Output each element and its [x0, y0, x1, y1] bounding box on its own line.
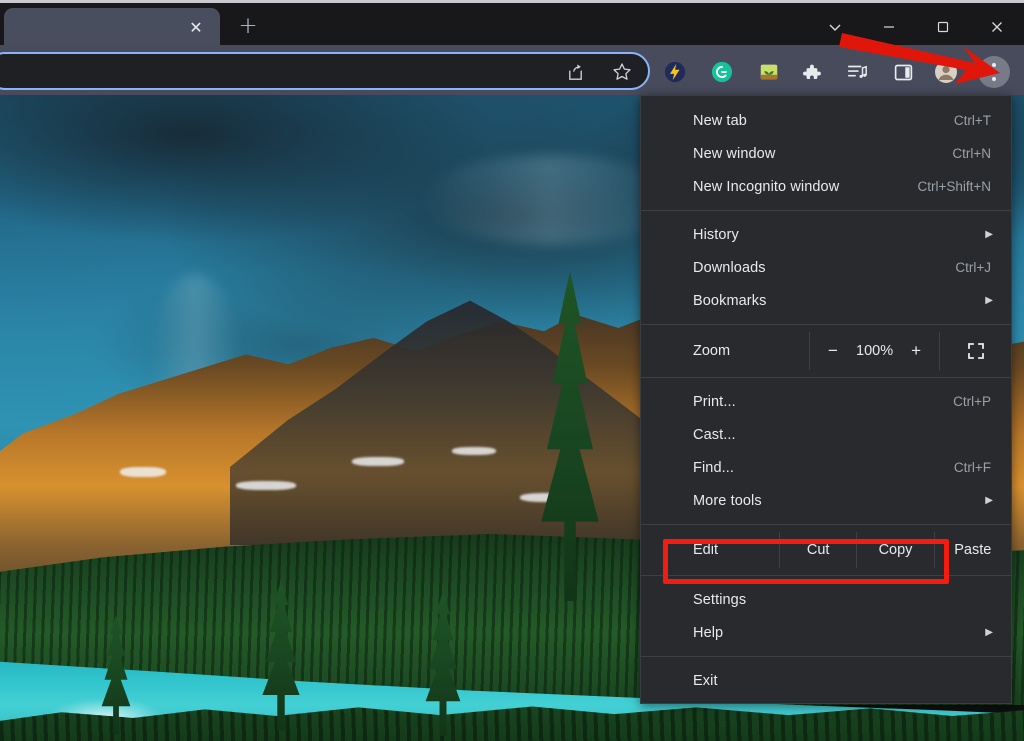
menu-item-history[interactable]: History ▶ [641, 218, 1011, 251]
menu-separator [641, 324, 1011, 325]
minimize-icon[interactable] [862, 6, 916, 48]
chrome-main-menu: New tab Ctrl+T New window Ctrl+N New Inc… [640, 95, 1012, 704]
snow-patch [352, 457, 404, 466]
grammarly-icon[interactable] [708, 58, 736, 86]
menu-dot [992, 77, 996, 81]
menu-item-label: Find... [693, 459, 734, 476]
lightning-extension-icon[interactable] [661, 58, 689, 86]
menu-separator [641, 524, 1011, 525]
menu-item-downloads[interactable]: Downloads Ctrl+J [641, 251, 1011, 284]
menu-item-more-tools[interactable]: More tools ▶ [641, 484, 1011, 517]
edit-action-paste[interactable]: Paste [933, 532, 1011, 568]
menu-separator [641, 575, 1011, 576]
media-playlist-icon[interactable] [843, 58, 871, 86]
menu-item-label: Exit [693, 672, 718, 689]
zoom-out-button[interactable]: − [810, 332, 856, 370]
edit-action-cut[interactable]: Cut [779, 532, 856, 568]
menu-item-label: Downloads [693, 259, 766, 276]
chevron-right-icon: ▶ [985, 294, 993, 306]
profile-avatar-icon[interactable] [932, 58, 960, 86]
chevron-right-icon: ▶ [985, 228, 993, 240]
menu-item-help[interactable]: Help ▶ [641, 616, 1011, 649]
menu-item-new-tab[interactable]: New tab Ctrl+T [641, 104, 1011, 137]
menu-item-label: Settings [693, 591, 747, 608]
menu-item-label: New tab [693, 112, 747, 129]
zoom-level-value: 100% [856, 343, 894, 359]
menu-item-label: More tools [693, 492, 762, 509]
close-icon[interactable] [970, 6, 1024, 48]
bookmark-star-icon[interactable] [609, 59, 635, 85]
zoom-controls: − 100% + [809, 332, 1011, 370]
menu-separator [641, 377, 1011, 378]
menu-dot [992, 70, 996, 74]
menu-item-find[interactable]: Find... Ctrl+F [641, 451, 1011, 484]
menu-item-label: History [693, 226, 739, 243]
menu-item-shortcut: Ctrl+Shift+N [917, 179, 991, 194]
menu-item-settings[interactable]: Settings [641, 583, 1011, 616]
menu-edit-row: Edit Cut Copy Paste [641, 532, 1011, 568]
menu-item-label: Cast... [693, 426, 736, 443]
browser-window: ✕ + New tab Ctrl+T New window Ctrl+N New… [0, 0, 1024, 741]
edit-action-copy[interactable]: Copy [856, 532, 933, 568]
menu-item-bookmarks[interactable]: Bookmarks ▶ [641, 284, 1011, 317]
chevron-right-icon: ▶ [985, 626, 993, 638]
snow-patch [452, 447, 496, 455]
menu-item-shortcut: Ctrl+P [953, 394, 991, 409]
fullscreen-icon[interactable] [939, 332, 1011, 370]
menu-item-label: Help [693, 624, 724, 641]
address-bar[interactable] [0, 52, 650, 90]
menu-item-label: Bookmarks [693, 292, 767, 309]
browser-tab[interactable]: ✕ [4, 8, 220, 48]
menu-item-shortcut: Ctrl+N [952, 146, 991, 161]
menu-item-new-incognito-window[interactable]: New Incognito window Ctrl+Shift+N [641, 170, 1011, 203]
edit-label: Edit [693, 542, 718, 558]
menu-item-shortcut: Ctrl+F [953, 460, 991, 475]
zoom-in-button[interactable]: + [893, 332, 939, 370]
menu-separator [641, 656, 1011, 657]
snow-patch [120, 467, 166, 477]
snow-patch [236, 481, 296, 490]
menu-zoom-row: Zoom − 100% + [641, 332, 1011, 370]
menu-item-shortcut: Ctrl+T [953, 113, 991, 128]
chrome-menu-button[interactable] [978, 56, 1010, 88]
menu-item-label: Print... [693, 393, 736, 410]
menu-dot [992, 63, 996, 67]
menu-item-label: New Incognito window [693, 178, 840, 195]
menu-item-label: New window [693, 145, 776, 162]
puzzle-extensions-icon[interactable] [797, 58, 825, 86]
tab-strip: ✕ + [0, 0, 1024, 48]
window-controls [808, 6, 1024, 48]
share-icon[interactable] [562, 59, 588, 85]
menu-item-print[interactable]: Print... Ctrl+P [641, 385, 1011, 418]
maximize-icon[interactable] [916, 6, 970, 48]
menu-item-exit[interactable]: Exit [641, 664, 1011, 697]
side-panel-icon[interactable] [889, 58, 917, 86]
zoom-label: Zoom [693, 343, 731, 359]
menu-item-shortcut: Ctrl+J [955, 260, 991, 275]
menu-item-cast[interactable]: Cast... [641, 418, 1011, 451]
new-tab-button[interactable]: + [232, 11, 264, 41]
plant-extension-icon[interactable] [755, 58, 783, 86]
tab-search-chevron-down-icon[interactable] [808, 6, 862, 48]
tab-close-icon[interactable]: ✕ [186, 18, 206, 38]
menu-separator [641, 210, 1011, 211]
menu-item-new-window[interactable]: New window Ctrl+N [641, 137, 1011, 170]
chevron-right-icon: ▶ [985, 494, 993, 506]
